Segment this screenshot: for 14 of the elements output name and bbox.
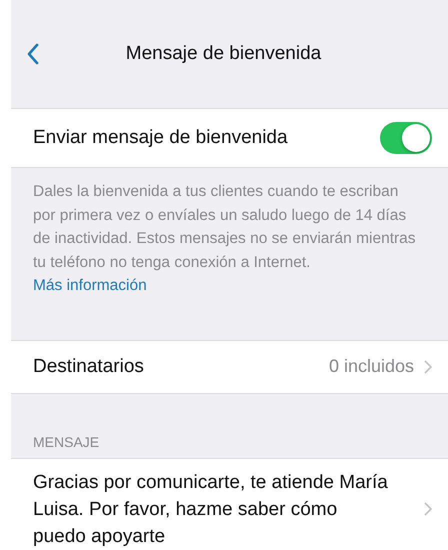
setting-label: Enviar mensaje de bienvenida bbox=[33, 127, 289, 149]
row-value: 0 incluidos bbox=[328, 356, 414, 377]
message-text: Gracias por comunicarte, te atiende María Luisa. Por favor, hazme saber cómo puedo apoyarte bbox=[33, 470, 389, 548]
description-text: Dales la bienvenida a tus clientes cuando te escriban por primera vez o envíales un saludo luego de 14 días de inactividad. Estos mensajes no se enviarán mientras tu teléfono no tenga conexión a Internet. Más información bbox=[32, 182, 417, 296]
page-title: Mensaje de bienvenida bbox=[124, 43, 322, 65]
message-row[interactable]: Gracias por comunicarte, te atiende María Luisa. Por favor, hazme saber cómo puedo apoyarte bbox=[11, 458, 448, 550]
row-label: Destinatarios bbox=[33, 356, 145, 378]
more-info-link[interactable]: Más información bbox=[33, 277, 147, 294]
toggle-switch[interactable] bbox=[380, 122, 432, 154]
back-icon bbox=[27, 43, 39, 65]
chevron-icon bbox=[424, 360, 432, 374]
chevron-icon bbox=[424, 502, 432, 516]
section-header: MENSAJE bbox=[32, 432, 100, 452]
recipients-row[interactable]: Destinatarios 0 incluidos bbox=[11, 340, 448, 394]
